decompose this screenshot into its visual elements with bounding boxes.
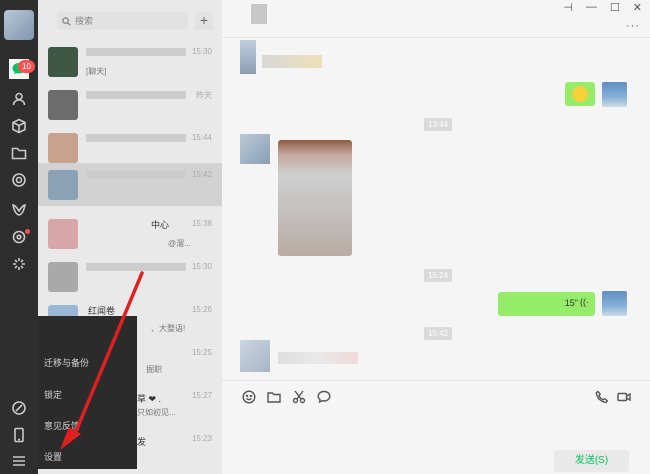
item-time: 15:44 [191,133,212,142]
menu-item-migrate-backup[interactable]: 迁移与备份 [44,356,89,369]
timestamp: 15:42 [424,327,453,340]
outgoing-voice-bubble[interactable]: 15" ((· [498,292,595,316]
close-button[interactable]: ✕ [633,1,642,14]
minimize-button[interactable]: — [586,1,597,14]
chat-title-blurred [251,4,267,24]
item-time: 15:42 [191,170,212,179]
contact-avatar [48,219,78,249]
timestamp: 13:44 [424,118,453,131]
file-folder-icon[interactable] [267,390,283,406]
contact-avatar [48,262,78,292]
chat-area: ⊣ — ☐ ✕ ··· 13:44 15:24 15" ((· 15:42 发送… [222,0,650,474]
moments-icon[interactable] [9,170,29,190]
contact-avatar [48,133,78,163]
item-time: 15:27 [191,391,212,400]
maximize-button[interactable]: ☐ [610,1,620,14]
send-button[interactable]: 发送(S) [554,450,629,472]
left-rail: 10 [0,0,38,474]
mobile-icon[interactable] [9,425,29,445]
contact-name-blurred [86,91,186,99]
item-time: 15:25 [191,348,212,357]
contacts-icon[interactable] [9,89,29,109]
user-avatar[interactable] [4,10,34,40]
chat-list-item[interactable]: 中心 @溜... 15:38 [38,212,222,255]
search-feature-icon[interactable] [9,254,29,274]
contact-avatar [48,170,78,200]
search-icon [62,16,71,26]
favorites-cube-icon[interactable] [9,116,29,136]
channels-icon[interactable] [9,200,29,220]
outgoing-emoji-bubble[interactable] [565,82,595,106]
item-title: 中心 [151,220,170,230]
folder-icon[interactable] [9,143,29,163]
sender-avatar [240,340,270,372]
sender-avatar [240,40,256,74]
item-preview: [聊天] [86,67,107,76]
item-title: 发 [137,437,147,447]
phone-link-icon[interactable] [9,398,29,418]
menu-item-feedback[interactable]: 意见反馈 [44,419,80,432]
menu-item-settings[interactable]: 设置 [44,450,62,463]
item-time: 15:30 [191,47,212,56]
item-time: 昨天 [196,91,212,100]
item-time: 15:26 [191,305,212,314]
notification-dot [25,229,30,234]
screenshot-scissors-icon[interactable] [292,390,308,406]
search-input[interactable] [75,16,175,26]
unread-badge: 10 [18,60,35,73]
search-box[interactable] [57,12,188,30]
more-options-button[interactable]: ··· [626,20,640,32]
add-button[interactable]: + [195,12,213,30]
pin-button[interactable]: ⊣ [563,1,573,14]
message-composer[interactable]: 发送(S) [222,380,650,474]
chat-history-icon[interactable] [317,390,333,406]
chat-list-item-selected[interactable]: 15:42 [38,163,222,206]
incoming-image-blurred[interactable] [278,140,352,256]
my-avatar [602,82,627,107]
menu-hamburger-icon[interactable] [9,451,29,471]
item-title: 草 ❤ . [137,394,162,404]
contact-name-blurred [86,134,186,142]
item-time: 15:23 [191,434,212,443]
menu-item-lock[interactable]: 锁定 [44,388,62,401]
contact-avatar [48,47,78,77]
contact-avatar [48,90,78,120]
item-time: 15:30 [191,262,212,271]
chat-list-item[interactable]: 15:30 [38,255,222,298]
contact-name-blurred [86,263,186,271]
timestamp: 15:24 [424,269,453,282]
item-time: 15:38 [191,219,212,228]
voice-wave-icon: ((· [580,297,589,307]
voice-duration: 15" [564,298,578,308]
contact-name-blurred [86,171,186,179]
video-call-icon[interactable] [617,390,633,406]
sender-avatar [240,134,270,164]
incoming-message-blurred [278,352,358,364]
voice-call-icon[interactable] [595,390,611,406]
contact-name-blurred [86,48,186,56]
settings-popup-menu: 迁移与备份 锁定 意见反馈 设置 [38,316,137,469]
incoming-message-blurred [262,55,322,68]
emoji-face-icon [572,86,588,102]
chat-list-item[interactable]: 昨天 [38,83,222,126]
window-controls: ⊣ — ☐ ✕ [563,1,642,14]
chat-list-item[interactable]: 15:30 [聊天] [38,40,222,83]
emoji-icon[interactable] [242,390,258,406]
my-avatar [602,291,627,316]
